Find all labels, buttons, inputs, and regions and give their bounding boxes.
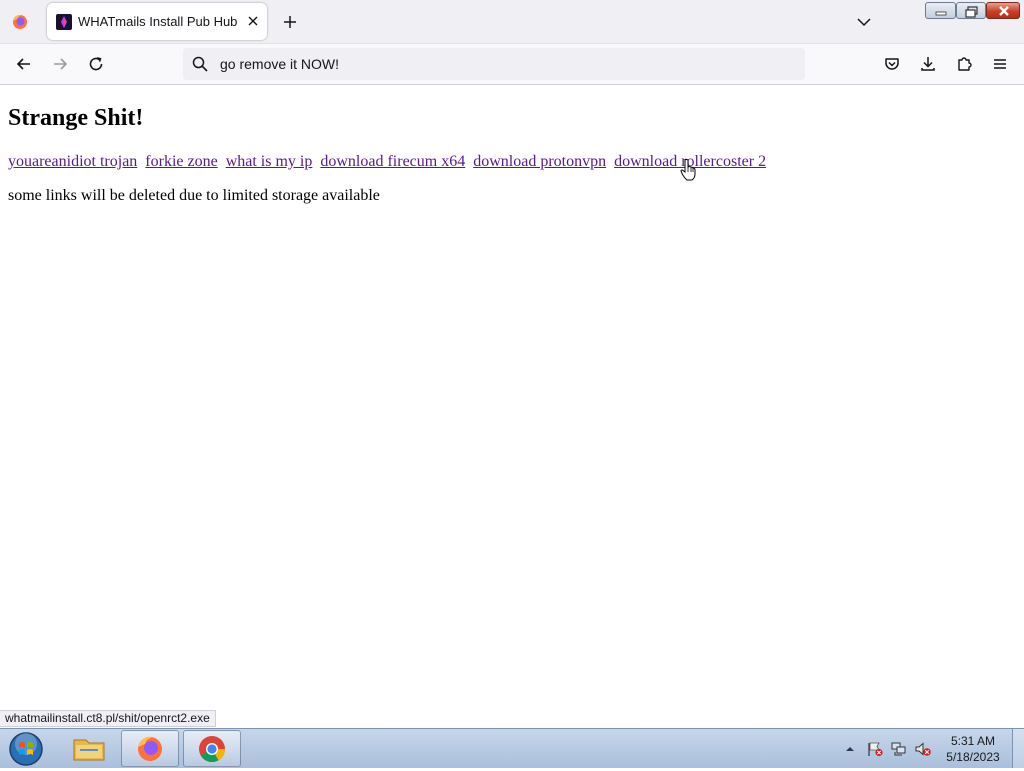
taskbar: 5:31 AM 5/18/2023 xyxy=(0,728,1024,768)
storage-notice: some links will be deleted due to limite… xyxy=(8,187,380,204)
downloads-icon[interactable] xyxy=(918,54,938,74)
firefox-icon xyxy=(138,736,162,761)
active-tab[interactable]: WHATmails Install Pub Hub xyxy=(47,3,267,40)
link-download-protonvpn[interactable]: download protonvpn xyxy=(473,153,606,170)
hand-cursor-icon xyxy=(680,159,696,181)
link-forkie-zone[interactable]: forkie zone xyxy=(145,153,217,170)
action-center-flag-icon[interactable] xyxy=(866,741,884,757)
show-hidden-icons-icon[interactable] xyxy=(843,741,857,757)
tab-title: WHATmails Install Pub Hub xyxy=(78,14,238,29)
site-favicon-icon xyxy=(56,14,72,30)
link-list: youareanidiot trojan forkie zone what is… xyxy=(8,153,770,171)
chrome-icon xyxy=(199,736,226,763)
explorer-taskbar-button[interactable] xyxy=(60,730,118,767)
show-desktop-button[interactable] xyxy=(1012,729,1024,768)
system-clock[interactable]: 5:31 AM 5/18/2023 xyxy=(940,733,1006,765)
page-content: Strange Shit! youareanidiot trojan forki… xyxy=(0,85,1024,728)
new-tab-icon[interactable] xyxy=(280,12,300,32)
chrome-taskbar-button[interactable] xyxy=(183,730,241,767)
navigation-toolbar: go remove it NOW! xyxy=(0,44,1024,85)
close-tab-icon[interactable] xyxy=(243,11,263,31)
window-controls xyxy=(925,2,1020,21)
clock-date: 5/18/2023 xyxy=(946,750,1000,764)
reload-icon[interactable] xyxy=(86,54,106,74)
link-youareanidiot[interactable]: youareanidiot trojan xyxy=(8,153,137,170)
volume-muted-icon[interactable] xyxy=(914,741,932,757)
restore-button[interactable] xyxy=(956,2,986,19)
back-icon[interactable] xyxy=(14,54,34,74)
extensions-icon[interactable] xyxy=(954,54,974,74)
address-input[interactable]: go remove it NOW! xyxy=(220,56,339,72)
menu-icon[interactable] xyxy=(990,54,1010,74)
firefox-view-icon[interactable] xyxy=(10,12,30,32)
close-window-button[interactable] xyxy=(986,2,1020,19)
search-icon xyxy=(192,56,208,72)
minimize-button[interactable] xyxy=(925,2,956,19)
list-all-tabs-icon[interactable] xyxy=(855,13,873,31)
address-bar[interactable]: go remove it NOW! xyxy=(183,48,805,80)
page-heading: Strange Shit! xyxy=(8,105,144,131)
network-icon[interactable] xyxy=(890,741,908,757)
forward-icon[interactable] xyxy=(50,54,70,74)
link-what-is-my-ip[interactable]: what is my ip xyxy=(226,153,313,170)
clock-time: 5:31 AM xyxy=(950,734,996,748)
link-download-firecum[interactable]: download firecum x64 xyxy=(320,153,465,170)
status-url: whatmailinstall.ct8.pl/shit/openrct2.exe xyxy=(0,710,216,727)
pocket-icon[interactable] xyxy=(882,54,902,74)
folder-icon xyxy=(73,739,105,761)
start-orb-icon[interactable] xyxy=(6,731,46,767)
firefox-taskbar-button[interactable] xyxy=(121,730,179,767)
tab-strip: WHATmails Install Pub Hub xyxy=(0,0,1024,44)
